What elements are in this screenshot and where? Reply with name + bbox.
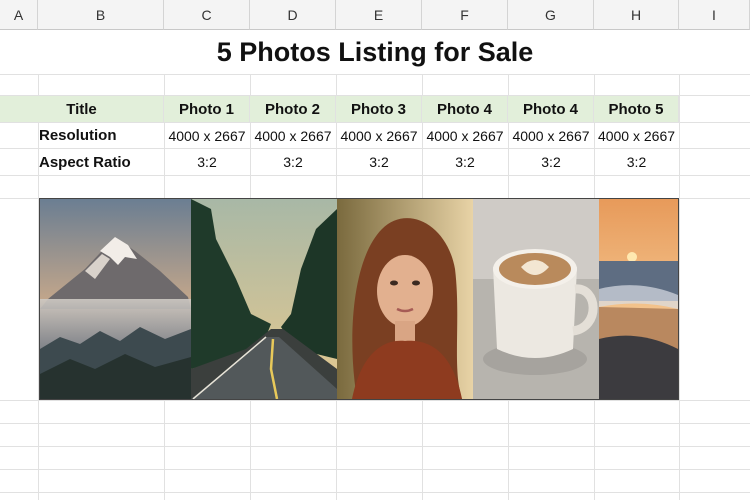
sunset-beach-photo[interactable]	[599, 199, 678, 399]
resolution-cell[interactable]: 4000 x 2667	[422, 123, 508, 148]
gridline	[0, 400, 750, 401]
forest-road-photo[interactable]	[191, 199, 337, 399]
resolution-cell[interactable]: 4000 x 2667	[508, 123, 594, 148]
column-header-b[interactable]: B	[38, 0, 164, 30]
aspect-ratio-cell[interactable]: 3:2	[336, 149, 422, 175]
aspect-ratio-cell[interactable]: 3:2	[594, 149, 679, 175]
header-cell-photo[interactable]: Photo 2	[250, 96, 336, 122]
coffee-cup-photo[interactable]	[473, 199, 599, 399]
header-cell-photo[interactable]: Photo 5	[594, 96, 679, 122]
header-cell-photo[interactable]: Photo 4	[422, 96, 508, 122]
gridline	[0, 492, 750, 493]
row-label-resolution[interactable]: Resolution	[39, 123, 164, 148]
woman-portrait-photo[interactable]	[337, 199, 473, 399]
resolution-cell[interactable]: 4000 x 2667	[336, 123, 422, 148]
aspect-ratio-cell[interactable]: 3:2	[508, 149, 594, 175]
resolution-cell[interactable]: 4000 x 2667	[164, 123, 250, 148]
aspect-ratio-cell[interactable]: 3:2	[422, 149, 508, 175]
mountain-photo[interactable]	[40, 199, 191, 399]
gridline	[0, 74, 750, 75]
gridline	[0, 175, 750, 176]
column-header-i[interactable]: I	[679, 0, 750, 30]
header-cell-title[interactable]: Title	[0, 96, 164, 122]
sheet-title[interactable]: 5 Photos Listing for Sale	[0, 30, 750, 74]
header-cell-photo[interactable]: Photo 1	[164, 96, 250, 122]
column-header-c[interactable]: C	[164, 0, 250, 30]
column-header-f[interactable]: F	[422, 0, 508, 30]
resolution-cell[interactable]: 4000 x 2667	[250, 123, 336, 148]
gridline	[0, 469, 750, 470]
spreadsheet-grid: A B C D E F G H I 5 Photos Listing for S…	[0, 0, 750, 500]
gridline	[679, 30, 680, 500]
aspect-ratio-cell[interactable]: 3:2	[164, 149, 250, 175]
column-header-d[interactable]: D	[250, 0, 336, 30]
aspect-ratio-cell[interactable]: 3:2	[250, 149, 336, 175]
gridline	[0, 423, 750, 424]
column-header-h[interactable]: H	[594, 0, 679, 30]
column-header-e[interactable]: E	[336, 0, 422, 30]
resolution-cell[interactable]: 4000 x 2667	[594, 123, 679, 148]
row-label-aspect-ratio[interactable]: Aspect Ratio	[39, 149, 164, 175]
header-cell-photo[interactable]: Photo 3	[336, 96, 422, 122]
gridline	[0, 446, 750, 447]
header-cell-photo[interactable]: Photo 4	[508, 96, 594, 122]
photo-strip[interactable]	[39, 198, 679, 400]
column-header-g[interactable]: G	[508, 0, 594, 30]
column-header-a[interactable]: A	[0, 0, 38, 30]
